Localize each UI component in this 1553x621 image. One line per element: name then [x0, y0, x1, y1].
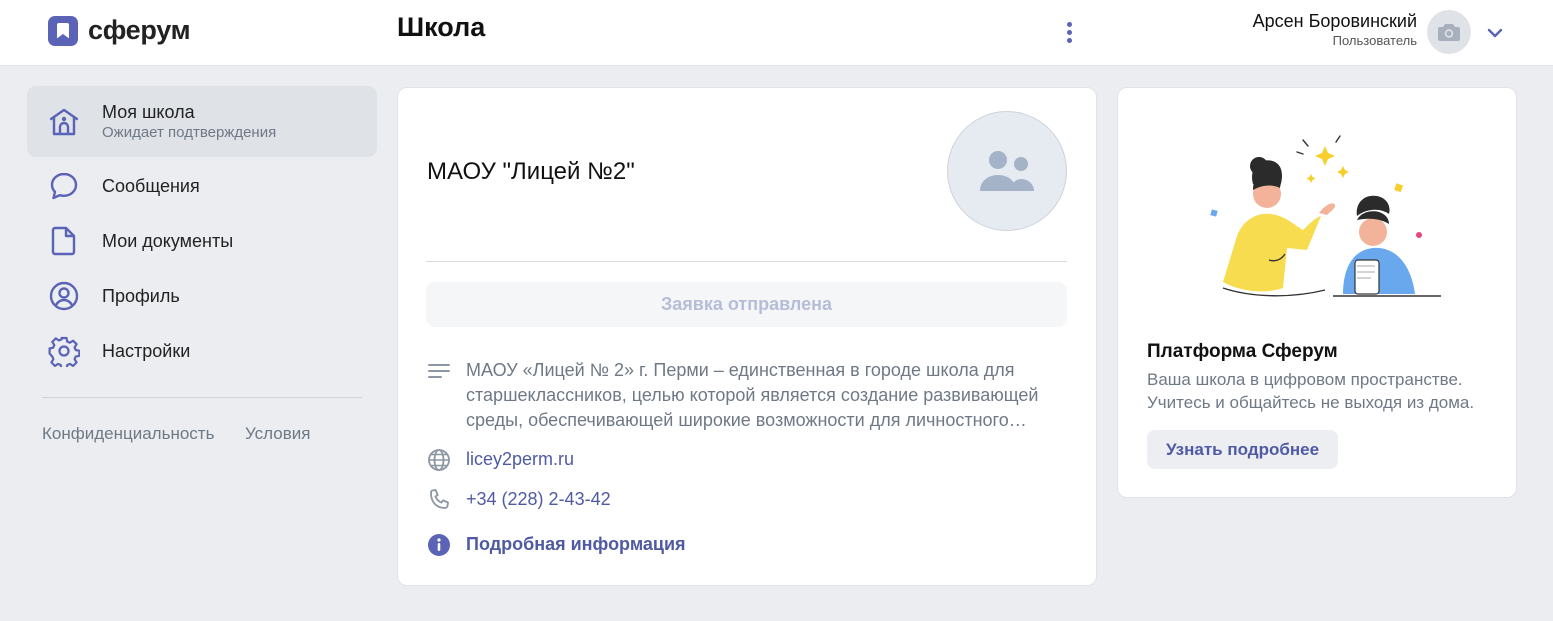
terms-link[interactable]: Условия	[245, 424, 310, 444]
kebab-icon	[1066, 21, 1072, 27]
gear-icon	[47, 334, 81, 368]
sidebar-item-profile[interactable]: Профиль	[27, 276, 377, 316]
logo[interactable]: сферум	[48, 15, 191, 46]
sidebar-item-documents[interactable]: Мои документы	[27, 221, 377, 261]
sidebar-item-label: Настройки	[102, 341, 191, 361]
school-avatar	[947, 111, 1067, 231]
promo-text: Ваша школа в цифровом пространстве. Учит…	[1147, 370, 1475, 412]
top-bar: сферум Школа Арсен Боровинский Пользоват…	[0, 0, 1553, 66]
learn-more-button[interactable]: Узнать подробнее	[1147, 430, 1338, 469]
more-options-button[interactable]	[1058, 16, 1080, 48]
description-row: МАОУ «Лицей № 2» г. Перми – единственная…	[426, 358, 1066, 433]
card-divider	[426, 261, 1067, 262]
group-icon	[980, 151, 1034, 191]
user-info[interactable]: Арсен Боровинский Пользователь	[1253, 10, 1417, 50]
document-icon	[47, 224, 81, 258]
user-name: Арсен Боровинский	[1252, 11, 1417, 31]
globe-icon	[426, 447, 452, 473]
page-title: Школа	[397, 12, 486, 42]
promo-card: Платформа Сферум Ваша школа в цифровом п…	[1117, 87, 1517, 498]
school-name: МАОУ "Лицей №2"	[427, 158, 635, 185]
phone-number[interactable]: +34 (228) 2-43-42	[466, 487, 611, 512]
sidebar-item-label: Сообщения	[102, 176, 200, 196]
school-description: МАОУ «Лицей № 2» г. Перми – единственная…	[466, 360, 1039, 430]
chevron-down-icon[interactable]	[1484, 22, 1506, 44]
sidebar-item-my-school[interactable]: Моя школа Ожидает подтверждения	[27, 86, 377, 157]
more-info-link[interactable]: Подробная информация	[466, 532, 686, 557]
info-icon	[426, 532, 452, 558]
sidebar-divider	[42, 397, 362, 398]
website-row: licey2perm.ru	[426, 447, 574, 473]
more-info-row[interactable]: Подробная информация	[426, 532, 686, 558]
text-lines-icon	[426, 358, 452, 384]
sidebar-item-sublabel: Ожидает подтверждения	[102, 123, 277, 141]
school-card: МАОУ "Лицей №2" Заявка отправлена МАОУ «…	[397, 87, 1097, 586]
phone-row: +34 (228) 2-43-42	[426, 487, 611, 513]
sidebar-item-label: Мои документы	[102, 231, 234, 251]
platform-illustration	[1210, 135, 1441, 297]
request-sent-button: Заявка отправлена	[426, 282, 1067, 327]
privacy-link[interactable]: Конфиденциальность	[42, 424, 214, 444]
profile-icon	[47, 279, 81, 313]
school-icon	[47, 105, 81, 139]
camera-icon	[1438, 24, 1460, 41]
sidebar-item-messages[interactable]: Сообщения	[27, 166, 377, 206]
avatar[interactable]	[1427, 10, 1471, 54]
phone-icon	[426, 487, 452, 513]
promo-title: Платформа Сферум	[1147, 341, 1338, 362]
user-role: Пользователь	[1332, 33, 1417, 48]
sidebar-item-settings[interactable]: Настройки	[27, 331, 377, 371]
sidebar-item-label: Моя школа	[102, 101, 195, 122]
sidebar-item-label: Профиль	[102, 286, 180, 306]
logo-text: сферум	[88, 15, 191, 45]
website-link[interactable]: licey2perm.ru	[466, 447, 574, 472]
chat-icon	[47, 169, 81, 203]
logo-icon	[48, 15, 78, 46]
